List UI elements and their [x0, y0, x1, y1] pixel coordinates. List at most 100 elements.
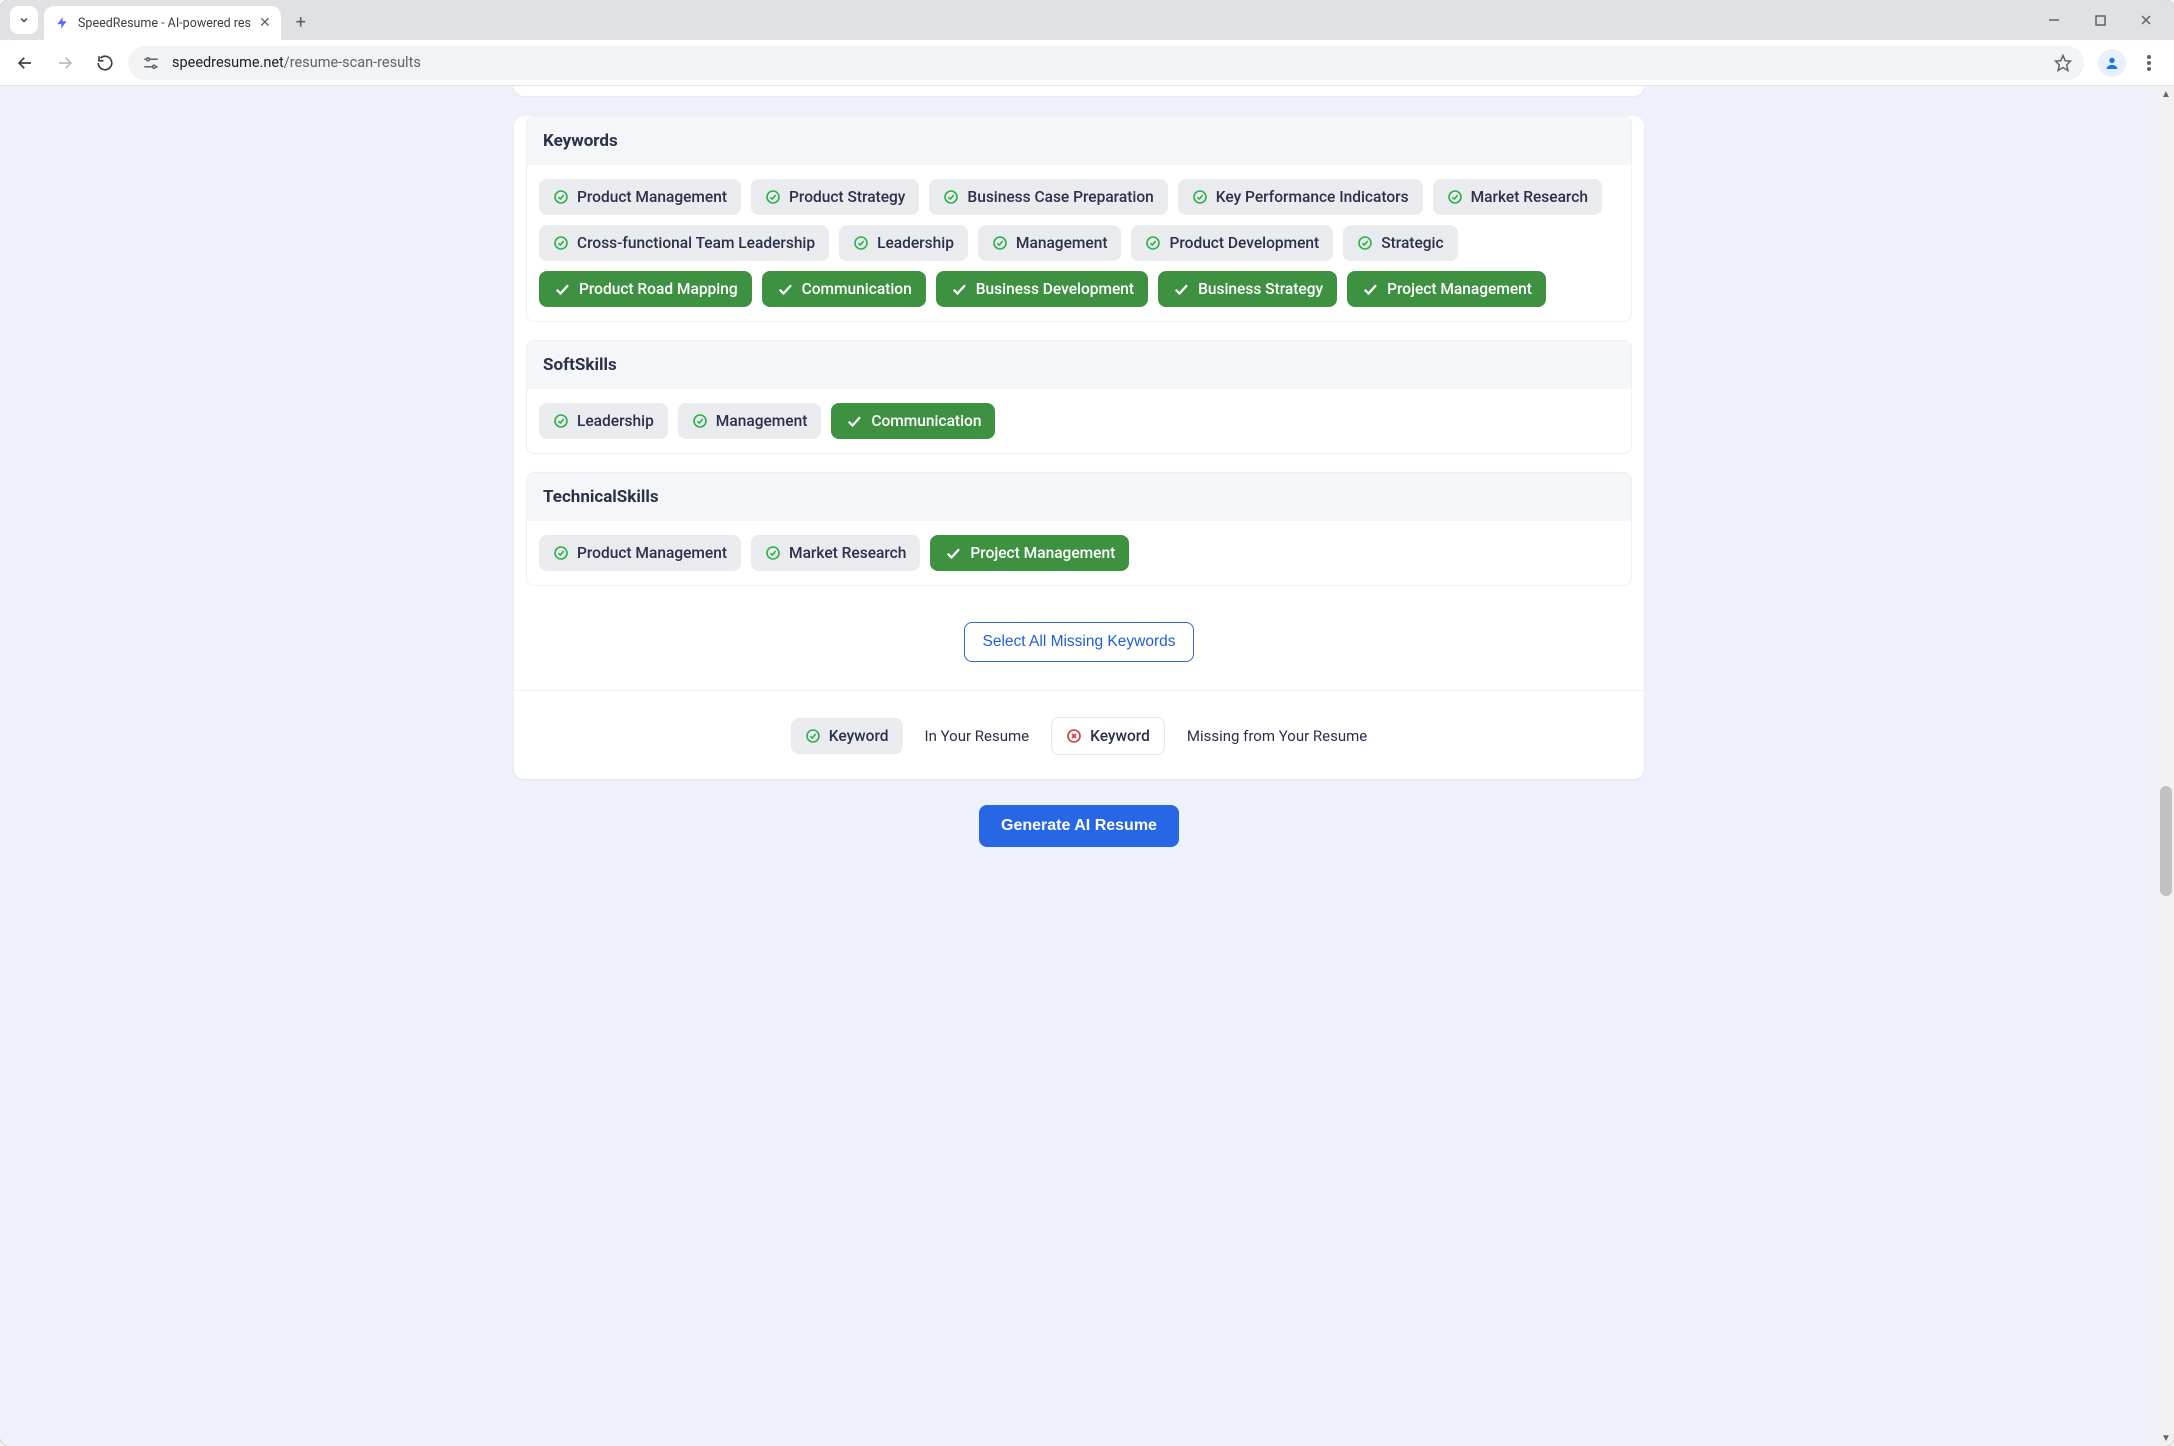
window-maximize-button[interactable]	[2078, 4, 2122, 36]
chip-label: Business Development	[976, 280, 1134, 298]
section-title: TechnicalSkills	[527, 473, 1631, 521]
viewport: Keywords Product ManagementProduct Strat…	[0, 86, 2174, 1446]
keyword-chip[interactable]: Business Strategy	[1158, 271, 1337, 307]
page-content: Keywords Product ManagementProduct Strat…	[0, 86, 2158, 1446]
profile-button[interactable]	[2098, 49, 2126, 77]
keyword-chip[interactable]: Communication	[831, 403, 995, 439]
legend-missing-chip: Keyword	[1051, 717, 1165, 755]
keyword-chip[interactable]: Product Management	[539, 179, 741, 215]
keyword-chip[interactable]: Product Management	[539, 535, 741, 571]
check-circle-icon	[1357, 235, 1373, 251]
browser-tab[interactable]: SpeedResume - AI-powered res ✕	[44, 6, 281, 40]
keyword-chip[interactable]: Key Performance Indicators	[1178, 179, 1423, 215]
check-icon	[944, 544, 962, 562]
chip-label: Market Research	[1471, 188, 1588, 206]
technicalskill-chip-list: Product Management Market Research Project…	[527, 521, 1631, 585]
site-settings-icon[interactable]	[140, 52, 162, 74]
check-circle-icon	[553, 235, 569, 251]
chip-label: Management	[1016, 234, 1108, 252]
keyword-chip[interactable]: Business Case Preparation	[929, 179, 1167, 215]
window-close-button[interactable]	[2124, 4, 2168, 36]
keyword-chip-list: Product Management Product Strategy Busine…	[527, 165, 1631, 321]
favicon-icon	[54, 15, 70, 31]
chip-label: Product Development	[1169, 234, 1319, 252]
back-button[interactable]	[8, 46, 42, 80]
keyword-chip[interactable]: Product Development	[1131, 225, 1333, 261]
check-circle-icon	[1192, 189, 1208, 205]
check-circle-icon	[992, 235, 1008, 251]
legend-present-text: In Your Resume	[925, 727, 1030, 745]
check-circle-icon	[692, 413, 708, 429]
titlebar: SpeedResume - AI-powered res ✕ +	[0, 0, 2174, 40]
legend-missing-chip-label: Keyword	[1090, 727, 1150, 745]
check-circle-icon	[853, 235, 869, 251]
chip-label: Leadership	[577, 412, 654, 430]
check-circle-icon	[553, 189, 569, 205]
keyword-chip[interactable]: Leadership	[539, 403, 668, 439]
technicalskills-section: TechnicalSkills Product Management Market…	[526, 472, 1632, 586]
select-all-missing-button[interactable]: Select All Missing Keywords	[964, 622, 1195, 662]
keyword-chip[interactable]: Management	[678, 403, 822, 439]
window-controls	[2032, 0, 2168, 40]
address-bar[interactable]: speedresume.net/resume-scan-results	[128, 46, 2084, 80]
reload-button[interactable]	[88, 46, 122, 80]
generate-ai-resume-button[interactable]: Generate AI Resume	[979, 805, 1179, 847]
keyword-chip[interactable]: Product Road Mapping	[539, 271, 752, 307]
check-icon	[845, 412, 863, 430]
menu-button[interactable]	[2132, 46, 2166, 80]
check-circle-icon	[553, 413, 569, 429]
x-circle-icon	[1066, 728, 1082, 744]
keyword-chip[interactable]: Cross-functional Team Leadership	[539, 225, 829, 261]
window-minimize-button[interactable]	[2032, 4, 2076, 36]
keyword-chip[interactable]: Market Research	[1433, 179, 1602, 215]
check-circle-icon	[943, 189, 959, 205]
chip-label: Management	[716, 412, 808, 430]
legend-missing-text: Missing from Your Resume	[1187, 727, 1367, 745]
check-circle-icon	[1145, 235, 1161, 251]
keyword-chip[interactable]: Communication	[762, 271, 926, 307]
tab-search-button[interactable]	[10, 6, 38, 34]
forward-button[interactable]	[48, 46, 82, 80]
keywords-card: Keywords Product ManagementProduct Strat…	[514, 116, 1644, 779]
browser-window: SpeedResume - AI-powered res ✕ + speedre…	[0, 0, 2174, 1446]
new-tab-button[interactable]: +	[287, 8, 315, 36]
keywords-section: Keywords Product ManagementProduct Strat…	[526, 116, 1632, 322]
check-circle-icon	[553, 545, 569, 561]
check-circle-icon	[765, 189, 781, 205]
legend-present-chip: Keyword	[791, 718, 903, 754]
keyword-chip[interactable]: Product Strategy	[751, 179, 919, 215]
check-icon	[776, 280, 794, 298]
keyword-chip[interactable]: Project Management	[1347, 271, 1546, 307]
chip-label: Business Case Preparation	[967, 188, 1153, 206]
scroll-thumb[interactable]	[2160, 786, 2172, 896]
section-title: SoftSkills	[527, 341, 1631, 389]
chip-label: Product Road Mapping	[579, 280, 738, 298]
bookmark-icon[interactable]	[2054, 54, 2072, 72]
legend-present-chip-label: Keyword	[829, 727, 889, 745]
scroll-down-icon[interactable]: ▼	[2158, 1430, 2174, 1446]
scrollbar[interactable]: ▲ ▼	[2158, 86, 2174, 1446]
legend: Keyword In Your Resume Keyword Missing f…	[514, 690, 1644, 755]
chip-label: Project Management	[1387, 280, 1532, 298]
chip-label: Product Management	[577, 544, 727, 562]
keyword-chip[interactable]: Business Development	[936, 271, 1148, 307]
check-icon	[553, 280, 571, 298]
softskills-section: SoftSkills Leadership Management Communica…	[526, 340, 1632, 454]
keyword-chip[interactable]: Management	[978, 225, 1122, 261]
keyword-chip[interactable]: Market Research	[751, 535, 920, 571]
check-icon	[950, 280, 968, 298]
keyword-chip[interactable]: Project Management	[930, 535, 1129, 571]
check-circle-icon	[805, 728, 821, 744]
check-icon	[1172, 280, 1190, 298]
check-circle-icon	[1447, 189, 1463, 205]
tab-title: SpeedResume - AI-powered res	[78, 16, 251, 31]
keyword-chip[interactable]: Strategic	[1343, 225, 1457, 261]
chip-label: Product Strategy	[789, 188, 905, 206]
toolbar: speedresume.net/resume-scan-results	[0, 40, 2174, 86]
chip-label: Leadership	[877, 234, 954, 252]
keyword-chip[interactable]: Leadership	[839, 225, 968, 261]
close-tab-icon[interactable]: ✕	[259, 15, 271, 31]
scroll-up-icon[interactable]: ▲	[2158, 86, 2174, 102]
chip-label: Key Performance Indicators	[1216, 188, 1409, 206]
previous-card-tail	[514, 86, 1644, 96]
